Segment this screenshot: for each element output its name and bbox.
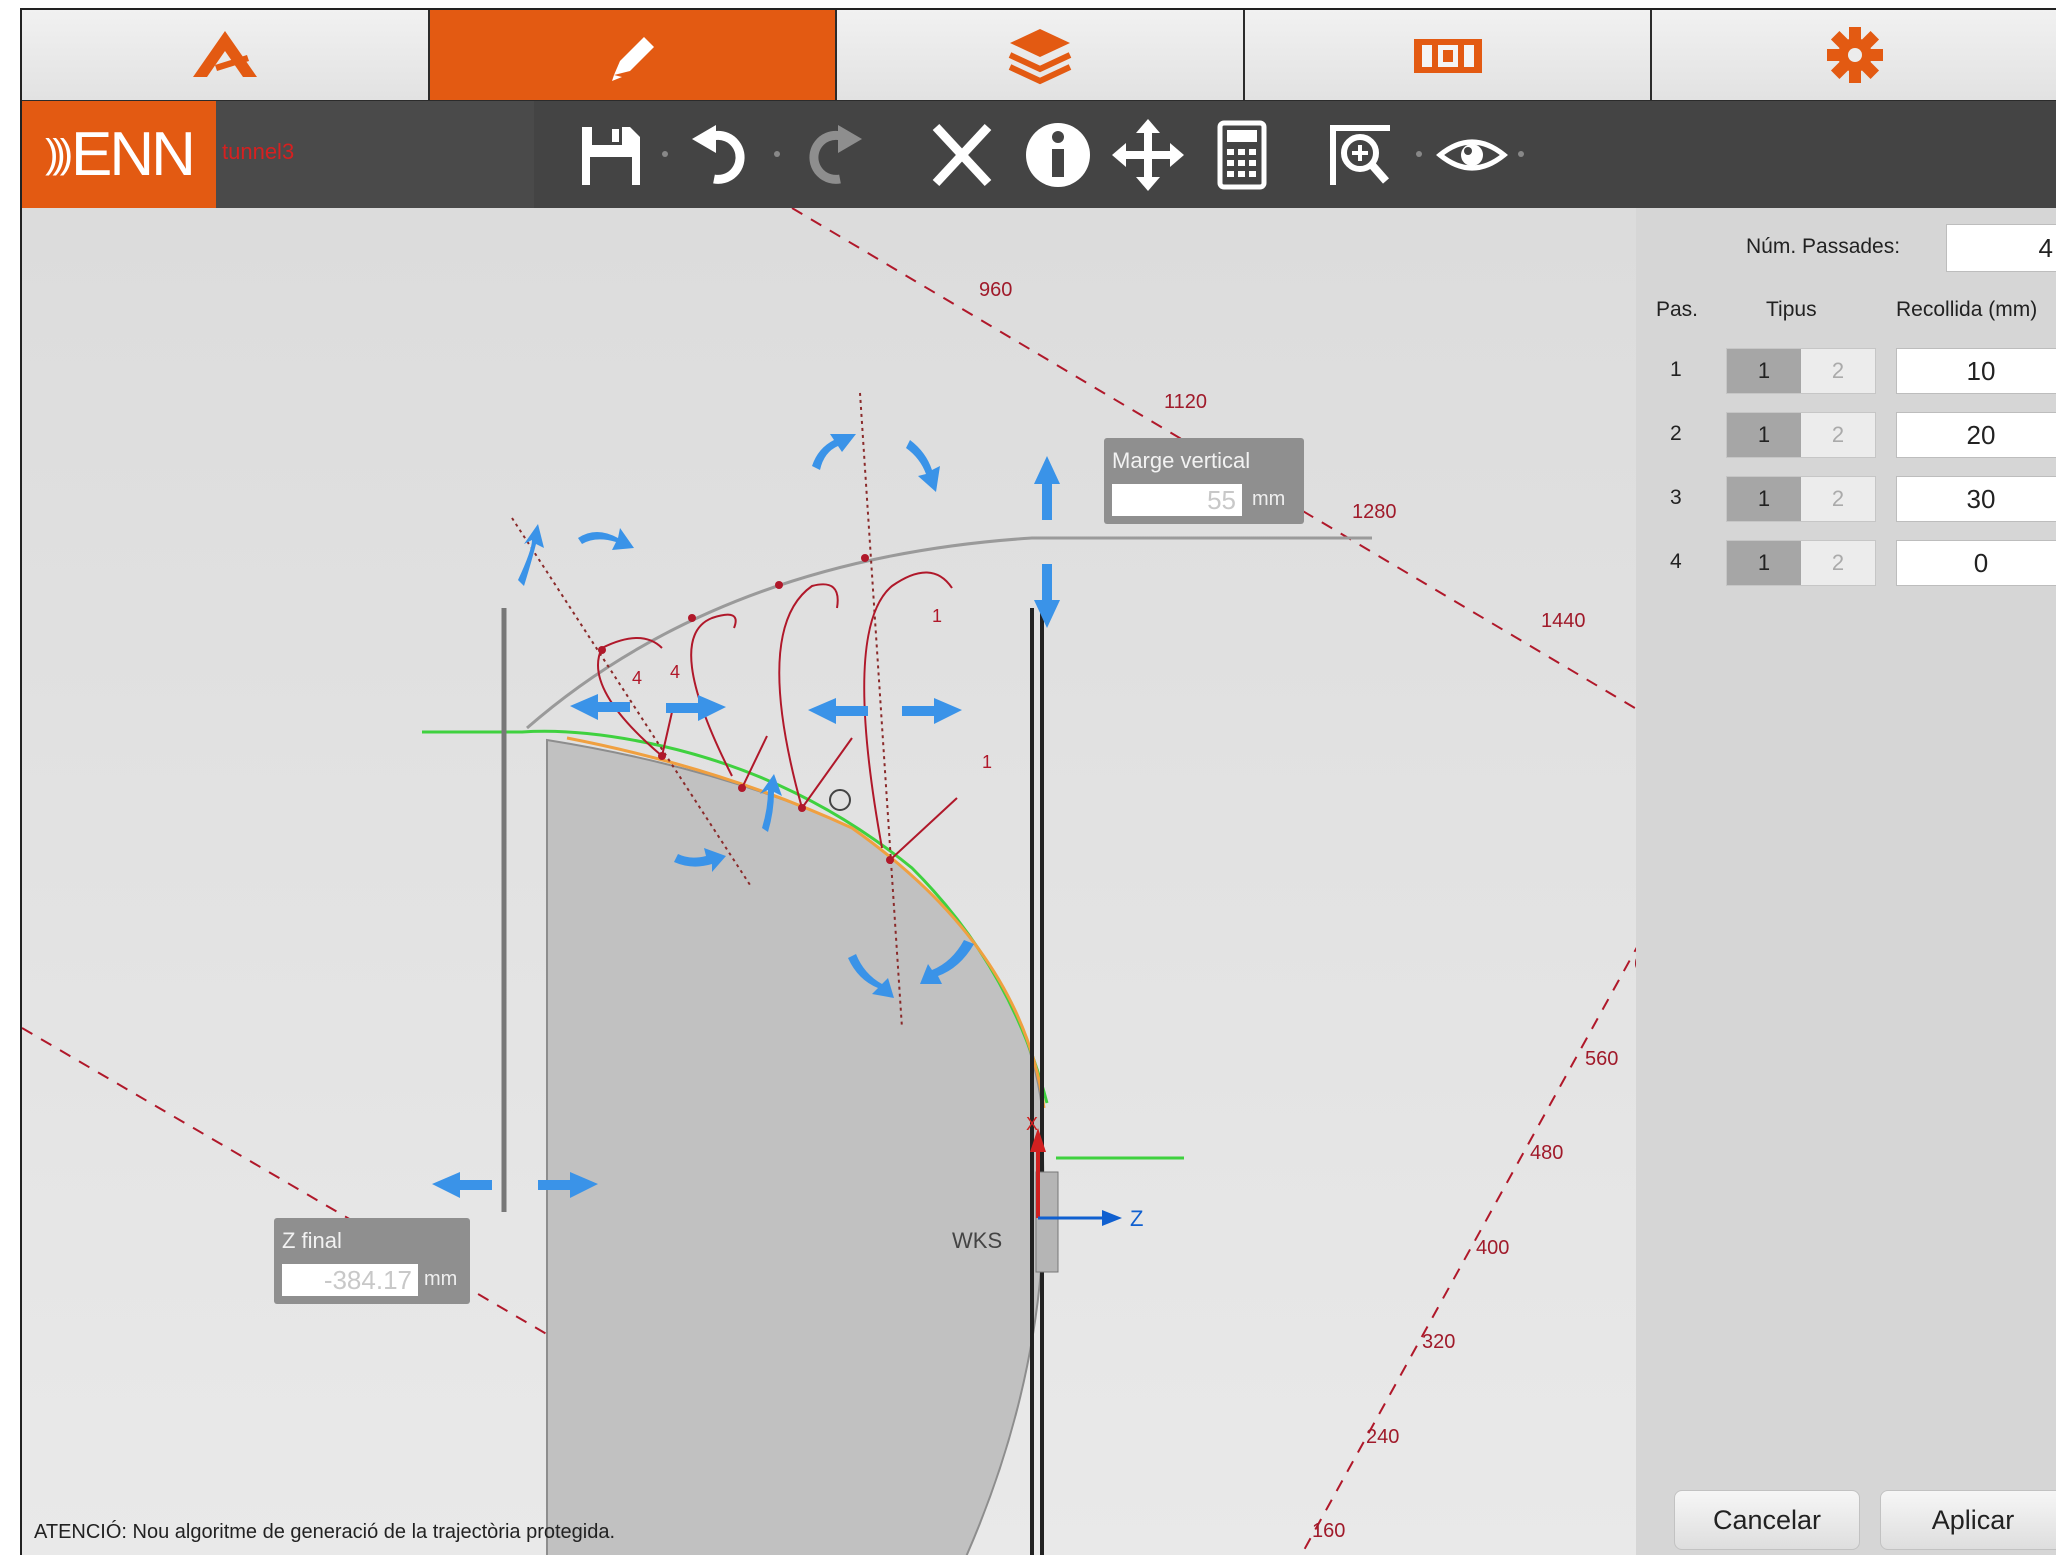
tipus-option-2[interactable]: 2 [1801,349,1875,393]
recollida-input[interactable]: 30 [1896,476,2056,522]
pass-label: 1 [982,752,992,772]
pas-number: 4 [1670,550,1682,573]
save-icon [582,127,640,185]
passes-panel: Núm. Passades: 4 Pas. Tipus Recollida (m… [1636,208,2056,1555]
pencil-icon [612,37,655,81]
toolbar-buttons [534,101,2056,208]
delete-icon [932,123,992,187]
axis-label: 560 [1585,1048,1618,1070]
axis-label: 240 [1366,1426,1399,1448]
logo-text: ENN [71,120,196,189]
zoom-icon [1330,125,1390,185]
axis-label: 160 [1312,1520,1345,1542]
cancel-button[interactable]: Cancelar [1674,1490,1860,1550]
axis-label: 1280 [1352,501,1397,523]
marge-vertical-box: Marge vertical 55 mm [1104,438,1304,524]
info-button[interactable] [1016,111,1100,199]
z-axis-label: Z [1130,1206,1143,1231]
file-name: tunnel3 [222,139,295,164]
tipus-option-2[interactable]: 2 [1801,413,1875,457]
tipus-option-1[interactable]: 1 [1727,477,1801,521]
tipus-selector[interactable]: 12 [1726,348,1876,394]
undo-button[interactable] [680,111,764,199]
toolbar: ))) ENN tunnel3 [22,101,2056,208]
tab-edit[interactable] [429,10,838,100]
calculator-icon [1217,120,1267,190]
axis-label: 320 [1422,1331,1455,1353]
redo-button[interactable] [790,111,874,199]
profile-drawing[interactable]: 960 1120 1280 1440 1600 800 720 640 560 … [22,208,1636,1555]
tipus-option-2[interactable]: 2 [1801,541,1875,585]
recollida-input[interactable]: 20 [1896,412,2056,458]
z-final-box: Z final -384.17 mm [274,1218,470,1304]
undo-icon [692,125,745,184]
wks-label: WKS [952,1228,1002,1253]
dimension-axis-b [1300,946,1636,1555]
x-axis-label: X [1026,1114,1038,1134]
recollida-input[interactable]: 10 [1896,348,2056,394]
axis-label: 960 [979,279,1012,301]
tipus-option-2[interactable]: 2 [1801,477,1875,521]
machine-icon [1413,39,1482,73]
outer-curve [526,536,1372,730]
pass-label: 1 [932,606,942,626]
marge-vertical-unit: mm [1252,488,1286,510]
zoom-button[interactable] [1318,111,1402,199]
warning-message: ATENCIÓ: Nou algoritme de generació de l… [34,1521,616,1543]
num-passades-input[interactable]: 4 [1946,224,2056,272]
axis-label: 1440 [1541,610,1586,632]
save-button[interactable] [568,111,652,199]
axis-label: 1120 [1164,391,1207,413]
pass-label: 4 [632,668,642,688]
tab-settings[interactable] [1652,10,2056,100]
part-profile [546,738,1046,1555]
profile-tool-icon [192,31,257,77]
tipus-selector[interactable]: 12 [1726,476,1876,522]
info-icon [1026,123,1090,187]
axis-label: 480 [1530,1142,1563,1164]
tipus-option-1[interactable]: 1 [1727,541,1801,585]
tipus-selector[interactable]: 12 [1726,412,1876,458]
marge-vertical-input[interactable]: 55 [1112,484,1242,516]
gear-icon [1827,27,1884,83]
app-window: ))) ENN tunnel3 960 1120 1280 1440 560 4… [20,8,2056,1555]
calculator-button[interactable] [1200,111,1284,199]
z-final-label: Z final [282,1228,342,1253]
delete-button[interactable] [920,111,1004,199]
recollida-input[interactable]: 0 [1896,540,2056,586]
column-recollida: Recollida (mm) [1896,298,2038,321]
tipus-selector[interactable]: 12 [1726,540,1876,586]
z-final-input[interactable]: -384.17 [282,1264,418,1296]
num-passades-label: Núm. Passades: [1746,235,1901,258]
pas-number: 3 [1670,486,1682,509]
app-logo: ))) ENN [22,101,216,208]
drawing-canvas[interactable]: 960 1120 1280 1440 1600 800 720 640 560 … [22,208,1636,1555]
column-tipus: Tipus [1766,298,1817,321]
column-pas: Pas. [1656,298,1699,321]
pas-number: 1 [1670,358,1682,381]
move-icon [1112,119,1184,191]
layers-icon [1008,29,1072,85]
tipus-option-1[interactable]: 1 [1727,413,1801,457]
tab-profile[interactable] [22,10,430,100]
tab-layers[interactable] [837,10,1245,100]
z-final-unit: mm [424,1268,458,1290]
tipus-option-1[interactable]: 1 [1727,349,1801,393]
apply-button[interactable]: Aplicar [1880,1490,2056,1550]
pass-label: 4 [670,662,680,682]
move-button[interactable] [1106,111,1190,199]
view-button[interactable] [1430,111,1514,199]
main-tabs [22,8,2056,103]
marge-vertical-label: Marge vertical [1112,448,1251,473]
eye-icon [1436,139,1508,171]
tab-machine[interactable] [1244,10,1653,100]
redo-icon [809,125,862,184]
axis-label: 400 [1476,1237,1509,1259]
pas-number: 2 [1670,422,1682,445]
